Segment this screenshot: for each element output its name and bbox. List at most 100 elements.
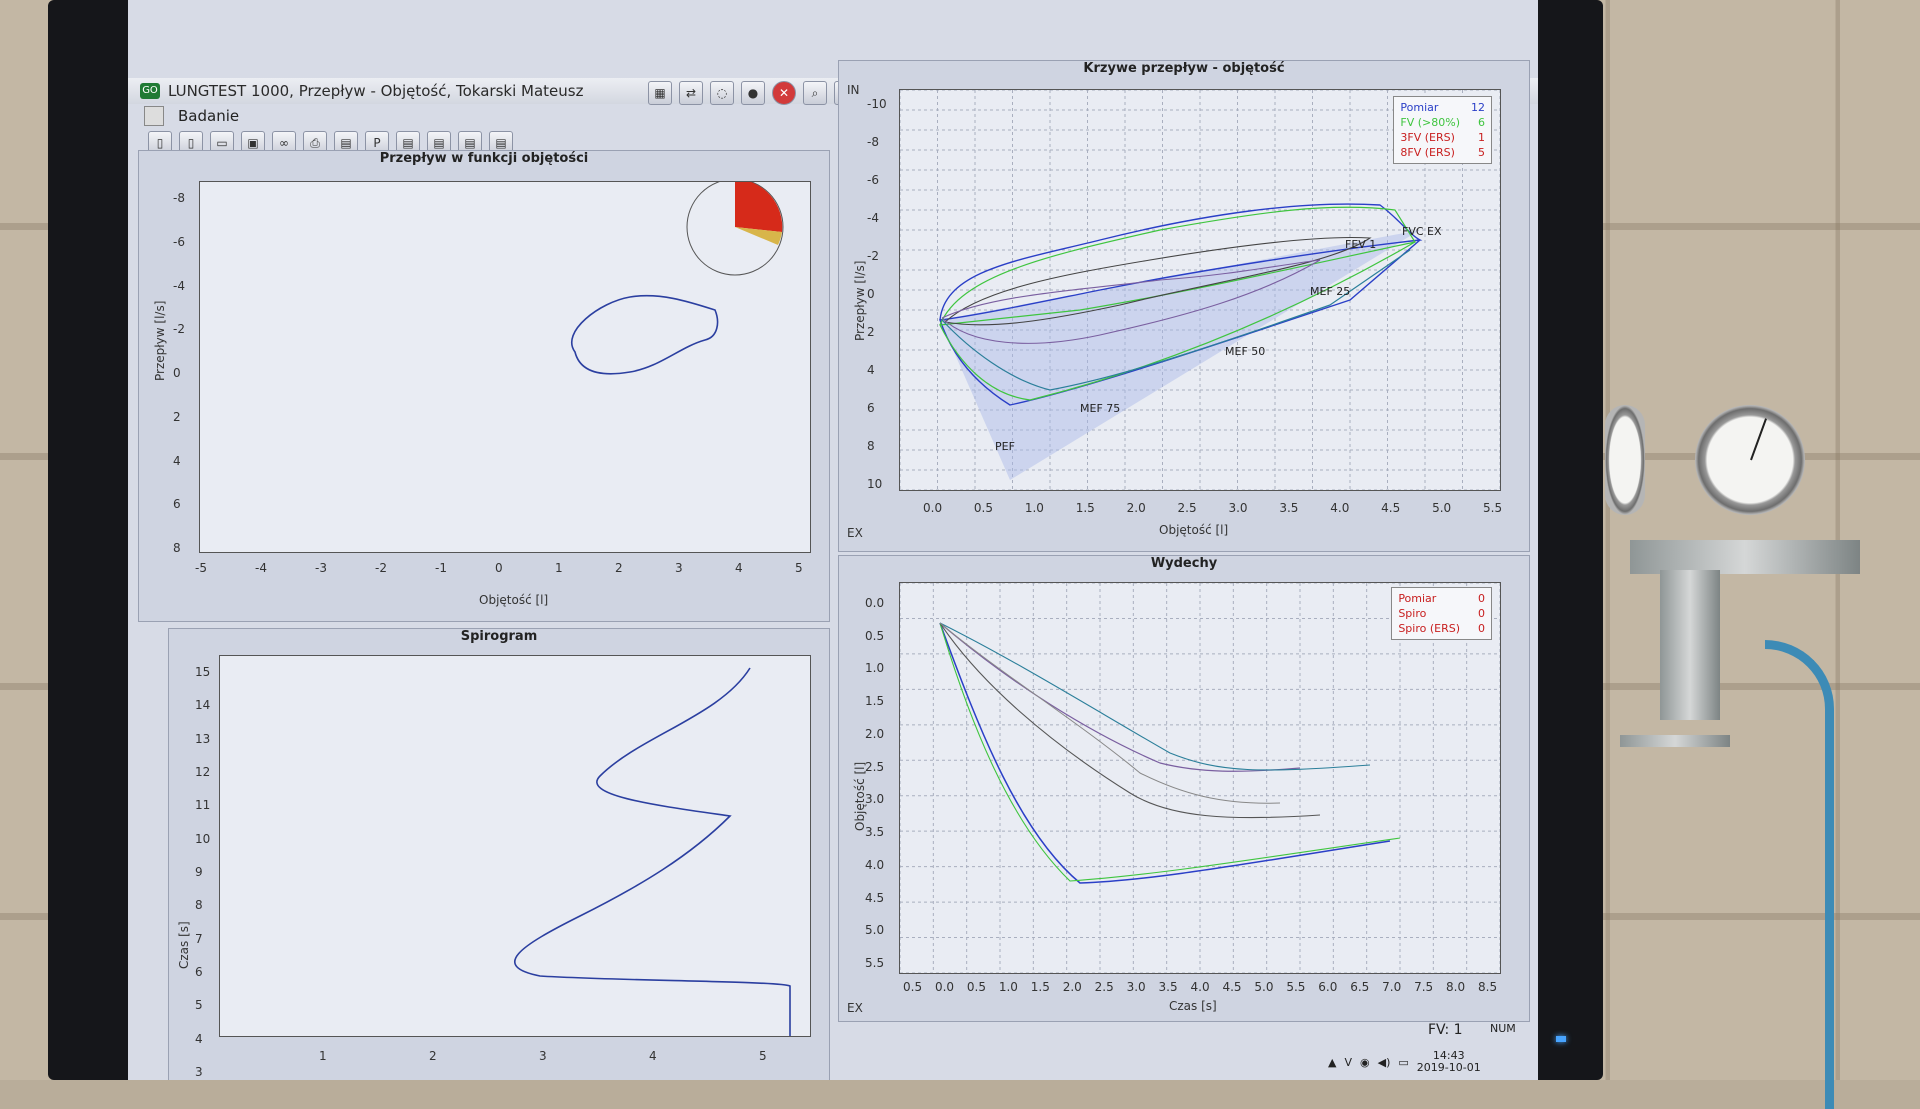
- legend-row[interactable]: 3FV (ERS) 1: [1400, 130, 1485, 145]
- plot-area-flow-volume[interactable]: [199, 181, 811, 553]
- x-tick-label: 0.5: [966, 980, 986, 994]
- spirogram-curve: [514, 667, 791, 1036]
- y-tick-label: -2: [867, 249, 879, 263]
- legend-value: 0: [1478, 622, 1485, 635]
- plot-area-exhalations[interactable]: Pomiar 0 Spiro 0 Spiro (ERS) 0: [899, 582, 1501, 974]
- x-tick-label: 4.0: [1190, 980, 1210, 994]
- y-tick-label: 0: [173, 366, 181, 380]
- y-tick-label: 0: [867, 287, 875, 301]
- x-tick-label: 4.5: [1381, 501, 1401, 515]
- annotation-pef: PEF: [995, 440, 1015, 453]
- y-tick-label: 3.0: [865, 792, 885, 807]
- y-tick-label: 2.0: [865, 726, 885, 741]
- y-tick-label: 3.5: [865, 825, 885, 840]
- x-tick-label: 2.5: [1094, 980, 1114, 994]
- x-tick-label: 2.0: [1062, 980, 1082, 994]
- y-tick-label: 10: [195, 831, 211, 846]
- x-tick-label: 1.5: [1030, 980, 1050, 994]
- legend-label: Pomiar: [1398, 592, 1437, 605]
- y-tick-label: 10: [867, 477, 883, 491]
- corner-ex-label: EX: [847, 1001, 863, 1015]
- legend-label: 3FV (ERS): [1400, 131, 1455, 144]
- exhalations-legend[interactable]: Pomiar 0 Spiro 0 Spiro (ERS) 0: [1391, 587, 1492, 640]
- stop-button[interactable]: ✕: [772, 81, 796, 105]
- x-tick-label: 2.0: [1126, 501, 1146, 515]
- x-tick-label: 6.0: [1318, 980, 1338, 994]
- x-tick-label: -1: [435, 561, 447, 575]
- y-tick-label: 2: [173, 409, 181, 424]
- legend-value: 6: [1478, 116, 1485, 129]
- legend-value: 0: [1478, 607, 1485, 620]
- plot-area-spirogram[interactable]: [219, 655, 811, 1037]
- keyboard-indicator[interactable]: V: [1344, 1056, 1352, 1069]
- tray-clock[interactable]: 14:43 2019-10-01: [1417, 1050, 1481, 1074]
- x-tick-label: 1: [319, 1049, 327, 1063]
- legend-row[interactable]: Spiro 0: [1398, 606, 1485, 621]
- legend-row[interactable]: Pomiar 0: [1398, 591, 1485, 606]
- exhalations-grid: [900, 583, 1500, 973]
- y-tick-label: 13: [195, 731, 211, 746]
- menu-item-badanie[interactable]: Badanie: [172, 107, 245, 125]
- legend-value: 5: [1478, 146, 1485, 159]
- y-tick-label: 2: [867, 325, 875, 339]
- y-tick-label: 0.5: [865, 628, 885, 643]
- x-tick-label: 4: [649, 1049, 657, 1063]
- annotation-fvc: FVC EX: [1402, 225, 1442, 238]
- plot-area-curves[interactable]: MEF 50 MEF 25 FEV 1 FVC EX MEF 75 PEF Po…: [899, 89, 1501, 491]
- legend-row[interactable]: FV (>80%) 6: [1400, 115, 1485, 130]
- x-tick-label: -3: [315, 561, 327, 575]
- legend-row[interactable]: 8FV (ERS) 5: [1400, 145, 1485, 160]
- table-icon[interactable]: ▦: [648, 81, 672, 105]
- y-tick-label: 15: [195, 665, 211, 679]
- panel-curves: Krzywe przepływ - objętość IN EX MEF 50 …: [838, 60, 1530, 552]
- annotation-mef25: MEF 25: [1310, 285, 1351, 298]
- curves-legend[interactable]: Pomiar 12 FV (>80%) 6 3FV (ERS) 1 8FV (ERS) 5: [1393, 96, 1492, 164]
- regulator-body: [1630, 540, 1860, 574]
- panel-spirogram: Spirogram 15 14 13 12 11 10 9 8 7 6 5 4 3 12345 Czas…: [168, 628, 943, 1080]
- volume-icon[interactable]: ◀): [1378, 1056, 1391, 1069]
- flow-volume-ylabel: Przepływ [l/s]: [153, 300, 167, 381]
- menu-bar: Badanie: [128, 104, 828, 128]
- tray-arrow-icon[interactable]: ▲: [1328, 1056, 1336, 1069]
- legend-label: Pomiar: [1400, 101, 1439, 114]
- pressure-gauge-left: [1605, 405, 1645, 515]
- spirogram-svg: [514, 667, 791, 1036]
- legend-value: 1: [1478, 131, 1485, 144]
- exhalation-curve-1: [939, 622, 1391, 884]
- zoom-icon[interactable]: ⌕: [803, 81, 827, 105]
- exhalation-curve-5: [939, 622, 1371, 771]
- y-tick-label: 8: [195, 898, 203, 913]
- y-tick-label: 7: [195, 931, 203, 946]
- x-tick-label: 0.5: [903, 980, 923, 994]
- x-tick-label: 2: [429, 1049, 437, 1063]
- record-button[interactable]: ●: [741, 81, 765, 105]
- exhalation-curve-2: [939, 622, 1401, 882]
- exhalations-ylabel: Objętość [l]: [853, 761, 867, 831]
- network-icon[interactable]: ◉: [1360, 1056, 1370, 1069]
- loop-icon[interactable]: ◌: [710, 81, 734, 105]
- legend-row[interactable]: Spiro (ERS) 0: [1398, 621, 1485, 636]
- y-tick-label: -4: [173, 278, 185, 293]
- status-fv: FV: 1: [1428, 1022, 1463, 1038]
- y-tick-label: 8: [173, 541, 181, 555]
- compare-icon[interactable]: ⇄: [679, 81, 703, 105]
- x-tick-label: 3: [539, 1049, 547, 1063]
- x-tick-label: 4: [735, 561, 743, 575]
- system-tray: ▲ V ◉ ◀) ▭ 14:43 2019-10-01: [1328, 1050, 1481, 1074]
- notification-icon[interactable]: ▭: [1398, 1056, 1408, 1069]
- y-tick-label: 5.5: [865, 956, 885, 970]
- monitor-screen: GO LUNGTEST 1000, Przepływ - Objętość, T…: [128, 0, 1538, 1080]
- x-tick-label: 3.5: [1279, 501, 1299, 515]
- y-tick-label: 5: [195, 998, 203, 1013]
- y-tick-label: 2.5: [865, 759, 885, 774]
- status-num: NUM: [1490, 1022, 1516, 1035]
- pressure-gauge-right: [1695, 405, 1805, 515]
- y-tick-label: 1.5: [865, 694, 885, 709]
- legend-row[interactable]: Pomiar 12: [1400, 100, 1485, 115]
- x-tick-label: 0.0: [923, 501, 943, 515]
- window-title: LUNGTEST 1000, Przepływ - Objętość, Toka…: [168, 82, 584, 100]
- x-tick-label: 1: [555, 561, 563, 575]
- x-tick-label: 2: [615, 561, 623, 575]
- y-tick-label: 12: [195, 765, 211, 779]
- flow-volume-svg: [571, 182, 784, 375]
